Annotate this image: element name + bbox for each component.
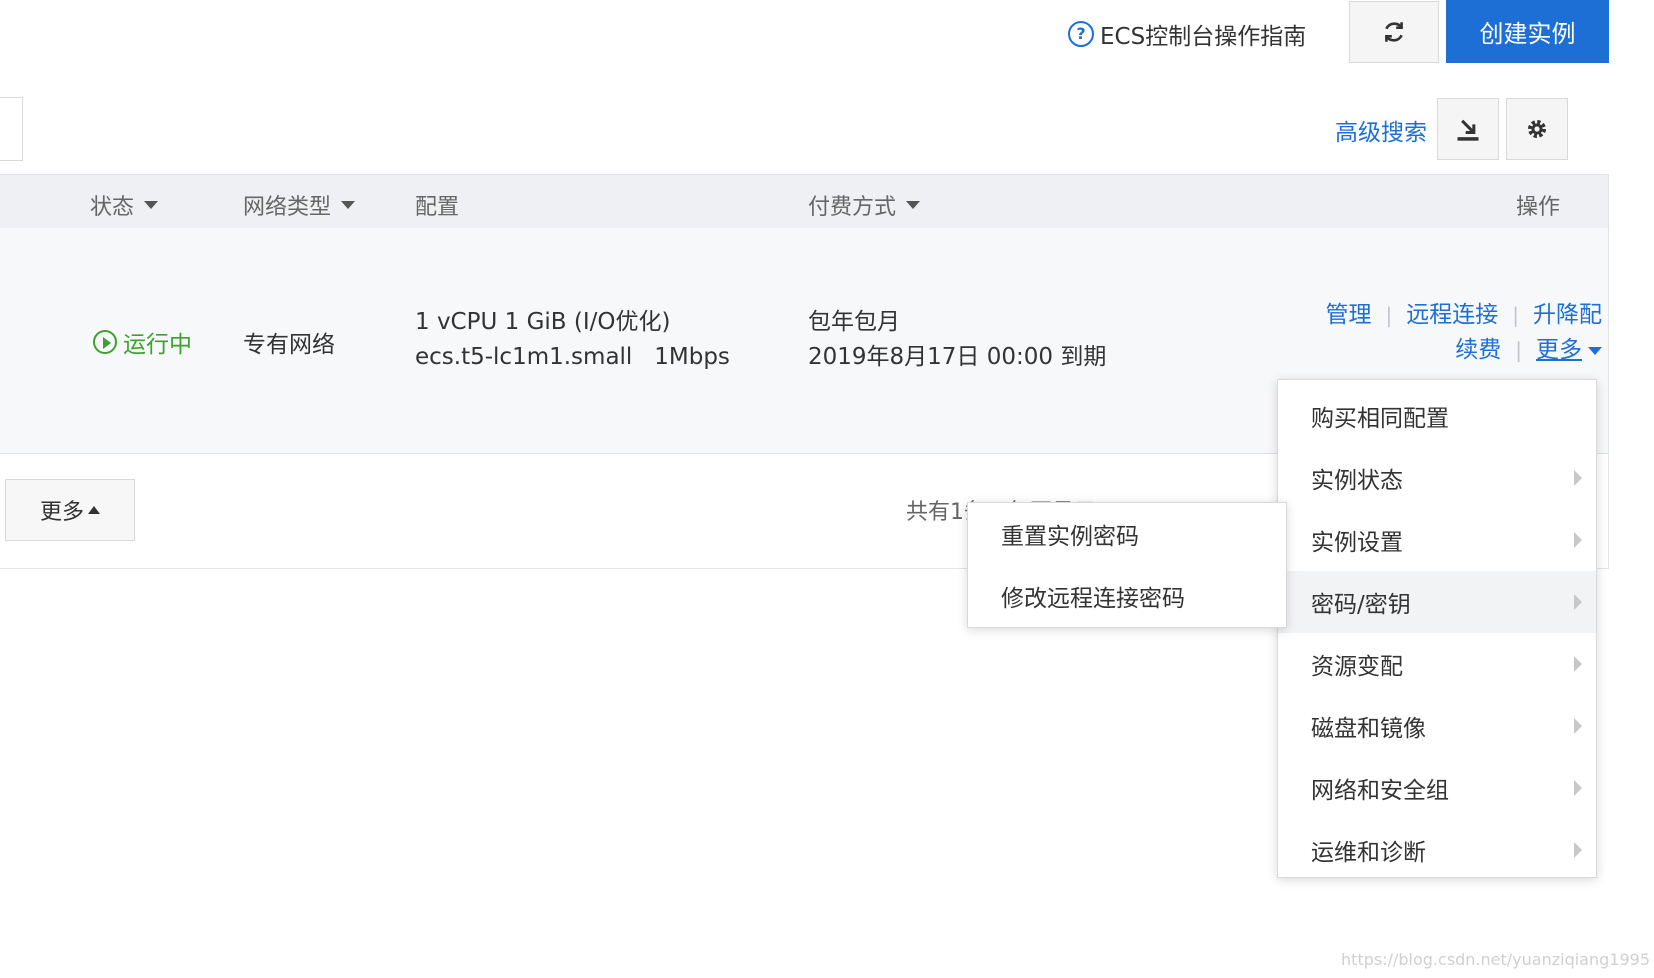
manage-link[interactable]: 管理 — [1326, 302, 1372, 328]
menu-item-resource-change[interactable]: 资源变配 — [1278, 633, 1596, 695]
config-instance-type: ecs.t5-lc1m1.small 1Mbps — [415, 344, 730, 370]
network-type: 专有网络 — [243, 332, 335, 358]
menu-item-label: 磁盘和镜像 — [1311, 716, 1426, 742]
menu-item-ops-diagnosis[interactable]: 运维和诊断 — [1278, 819, 1596, 881]
separator: | — [1515, 338, 1522, 362]
submenu-change-remote-password[interactable]: 修改远程连接密码 — [968, 565, 1286, 627]
more-actions-link[interactable]: 更多 — [1536, 333, 1602, 368]
billing-type: 包年包月 — [808, 309, 900, 335]
menu-item-buy-same[interactable]: 购买相同配置 — [1278, 385, 1596, 447]
chevron-right-icon — [1574, 842, 1582, 858]
menu-item-label: 资源变配 — [1311, 654, 1403, 680]
config-cell: 1 vCPU 1 GiB (I/O优化) ecs.t5-lc1m1.small … — [415, 305, 730, 375]
column-status[interactable]: 状态 — [90, 189, 159, 221]
play-circle-icon — [93, 330, 117, 354]
batch-more-button[interactable]: 更多 — [5, 479, 135, 541]
chevron-right-icon — [1574, 532, 1582, 548]
remote-connect-link[interactable]: 远程连接 — [1406, 302, 1498, 328]
menu-item-label: 实例设置 — [1311, 530, 1403, 556]
chevron-right-icon — [1574, 780, 1582, 796]
gear-icon — [1528, 120, 1546, 138]
help-circle-icon: ? — [1068, 21, 1094, 47]
table-header: 状态 网络类型 配置 付费方式 操作 — [0, 174, 1609, 229]
submenu-item-label: 重置实例密码 — [1001, 524, 1139, 550]
menu-item-label: 网络和安全组 — [1311, 778, 1449, 804]
menu-item-disk-image[interactable]: 磁盘和镜像 — [1278, 695, 1596, 757]
console-guide-link[interactable]: ? ECS控制台操作指南 — [1068, 18, 1306, 50]
filter-caret-icon — [906, 201, 921, 209]
chevron-right-icon — [1574, 470, 1582, 486]
more-actions-label: 更多 — [1536, 337, 1582, 363]
column-config: 配置 — [415, 189, 459, 221]
upgrade-link[interactable]: 升降配 — [1533, 302, 1602, 328]
chevron-right-icon — [1574, 656, 1582, 672]
menu-item-instance-status[interactable]: 实例状态 — [1278, 447, 1596, 509]
refresh-button[interactable] — [1349, 1, 1439, 63]
column-actions-label: 操作 — [1516, 195, 1561, 220]
advanced-search-link[interactable]: 高级搜索 — [1335, 113, 1427, 147]
chevron-right-icon — [1574, 718, 1582, 734]
menu-item-label: 购买相同配置 — [1311, 406, 1449, 432]
chevron-right-icon — [1574, 594, 1582, 610]
settings-button[interactable] — [1506, 98, 1568, 160]
menu-item-label: 运维和诊断 — [1311, 840, 1426, 866]
column-billing-label: 付费方式 — [808, 195, 897, 220]
search-input[interactable] — [0, 97, 23, 161]
caret-up-icon — [88, 506, 100, 514]
column-network[interactable]: 网络类型 — [243, 189, 356, 221]
menu-item-instance-settings[interactable]: 实例设置 — [1278, 509, 1596, 571]
more-actions-menu: 购买相同配置 实例状态 实例设置 密码/密钥 资源变配 磁盘和镜像 网络和安全组… — [1277, 379, 1597, 878]
filter-caret-icon — [144, 201, 159, 209]
expiry-date: 2019年8月17日 00:00 到期 — [808, 344, 1107, 370]
status-label: 运行中 — [123, 332, 192, 358]
row-actions: 管理 | 远程连接 | 升降配 续费 | 更多 — [1326, 298, 1602, 368]
separator: | — [1512, 303, 1519, 327]
column-network-label: 网络类型 — [243, 195, 332, 220]
renew-link[interactable]: 续费 — [1455, 337, 1501, 363]
billing-cell: 包年包月 2019年8月17日 00:00 到期 — [808, 305, 1106, 375]
submenu-reset-password[interactable]: 重置实例密码 — [968, 503, 1286, 565]
column-config-label: 配置 — [415, 195, 460, 220]
password-submenu: 重置实例密码 修改远程连接密码 — [967, 502, 1287, 628]
export-button[interactable] — [1437, 98, 1499, 160]
refresh-icon — [1385, 22, 1403, 42]
column-status-label: 状态 — [90, 195, 135, 220]
column-billing[interactable]: 付费方式 — [808, 189, 921, 221]
create-instance-button[interactable]: 创建实例 — [1446, 0, 1609, 63]
submenu-item-label: 修改远程连接密码 — [1001, 586, 1185, 612]
column-actions: 操作 — [1516, 189, 1560, 221]
menu-item-password-key[interactable]: 密码/密钥 — [1278, 571, 1596, 633]
console-guide-label: ECS控制台操作指南 — [1100, 24, 1307, 50]
batch-more-label: 更多 — [39, 500, 84, 525]
menu-item-label: 密码/密钥 — [1311, 592, 1411, 618]
chevron-down-icon — [1588, 346, 1602, 355]
watermark: https://blog.csdn.net/yuanziqiang1995 — [1341, 950, 1650, 969]
menu-item-network-security[interactable]: 网络和安全组 — [1278, 757, 1596, 819]
export-icon — [1457, 119, 1479, 141]
separator: | — [1385, 303, 1393, 327]
status-running: 运行中 — [93, 325, 192, 359]
config-spec: 1 vCPU 1 GiB (I/O优化) — [415, 309, 671, 335]
filter-caret-icon — [341, 201, 356, 209]
menu-item-label: 实例状态 — [1311, 468, 1403, 494]
